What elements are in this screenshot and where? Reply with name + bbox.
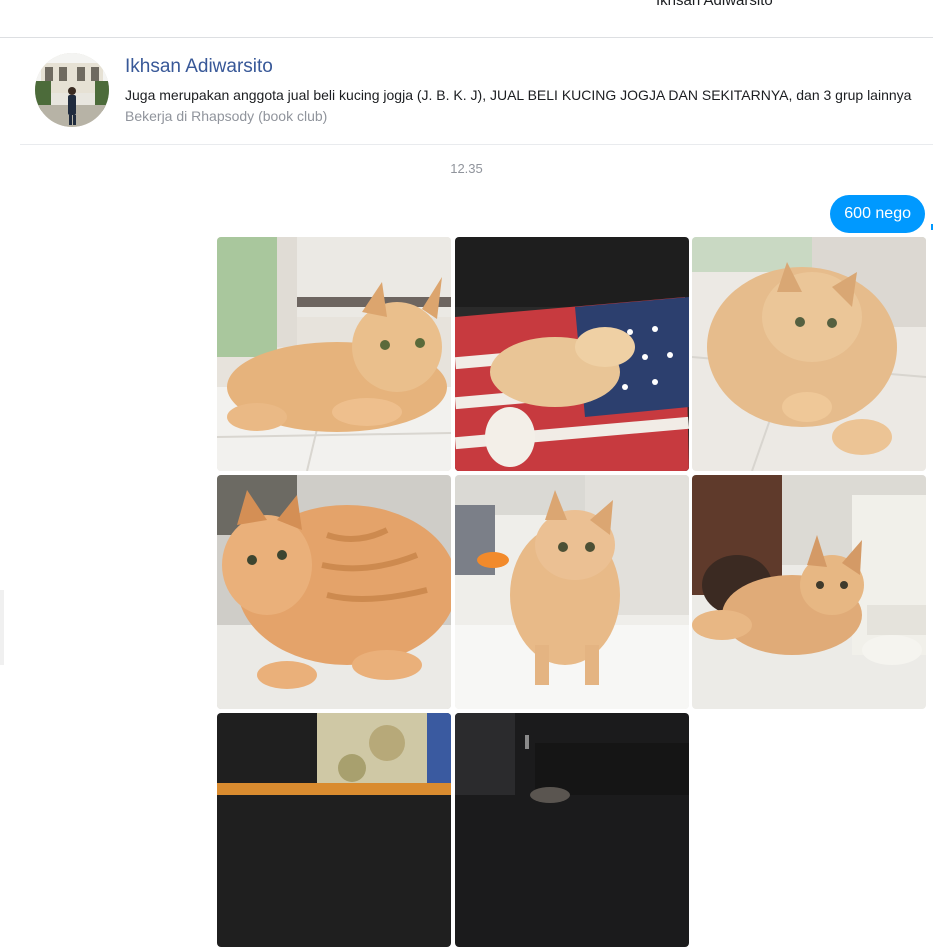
message-bubble[interactable]: 600 nego	[830, 195, 925, 233]
header-title[interactable]: Ikhsan Adiwarsito	[656, 0, 773, 9]
photo-orange-cat-standing[interactable]	[455, 475, 689, 709]
left-panel-handle	[0, 590, 4, 665]
photo-orange-cat-lying[interactable]	[217, 237, 451, 471]
message-timestamp: 12.35	[450, 161, 483, 176]
photo-orange-cat-front[interactable]	[692, 237, 926, 471]
photo-curtain-and-cushion[interactable]	[217, 713, 451, 947]
photo-orange-tabby-close-up[interactable]	[217, 475, 451, 709]
left-edge	[0, 0, 5, 795]
profile-name-link[interactable]: Ikhsan Adiwarsito	[125, 56, 273, 78]
photo-cat-on-flag-cushion[interactable]	[455, 237, 689, 471]
avatar[interactable]	[35, 53, 109, 127]
photo-orange-cat-by-furniture[interactable]	[692, 475, 926, 709]
profile-groups: Juga merupakan anggota jual beli kucing …	[125, 87, 912, 103]
profile-card: Ikhsan Adiwarsito Juga merupakan anggota…	[20, 38, 933, 145]
profile-work: Bekerja di Rhapsody (book club)	[125, 108, 328, 124]
conversation-header: Ikhsan Adiwarsito	[0, 0, 933, 38]
photo-dark-partial[interactable]	[455, 713, 689, 947]
